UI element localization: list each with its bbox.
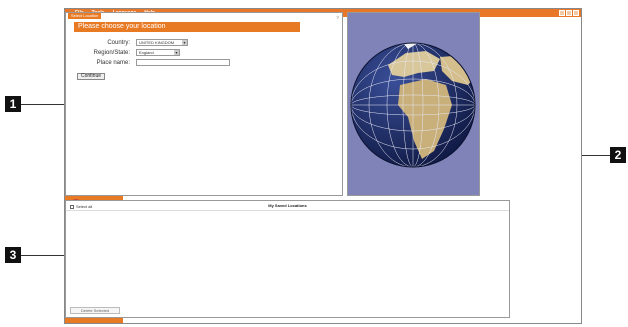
region-row: Region/State: England ▾ — [76, 49, 180, 56]
region-select[interactable]: England ▾ — [136, 49, 180, 56]
window-controls — [559, 10, 579, 16]
chevron-down-icon: ▾ — [174, 50, 179, 55]
country-value: UNITED KINGDOM — [139, 40, 175, 45]
close-button[interactable] — [573, 10, 579, 16]
scroll-icon: ▿ — [336, 15, 339, 21]
callout-1: 1 — [5, 96, 21, 112]
maximize-button[interactable] — [566, 10, 572, 16]
place-name-input[interactable] — [136, 59, 230, 66]
select-all-checkbox[interactable] — [70, 204, 74, 209]
globe-map[interactable] — [348, 13, 479, 195]
globe-panel[interactable] — [347, 12, 480, 196]
saved-locations-panel: My Saved Locations Select all Delete Sel… — [65, 200, 510, 318]
country-select[interactable]: UNITED KINGDOM ▾ — [136, 39, 188, 46]
place-label: Place name: — [96, 59, 130, 66]
location-panel: Select Location ▿ Please choose your loc… — [65, 12, 343, 196]
chevron-down-icon: ▾ — [182, 40, 187, 45]
select-all-row[interactable]: Select all — [70, 204, 92, 209]
minimize-button[interactable] — [559, 10, 565, 16]
callout-2: 2 — [610, 147, 626, 163]
tab-select-location[interactable]: Select Location — [68, 13, 102, 19]
country-row: Country: UNITED KINGDOM ▾ — [76, 39, 188, 46]
select-all-label: Select all — [76, 204, 93, 209]
region-label: Region/State: — [93, 49, 130, 56]
continue-button[interactable]: Continue — [77, 73, 106, 80]
divider — [66, 210, 509, 211]
region-value: England — [139, 50, 154, 55]
callout-3: 3 — [5, 247, 21, 263]
saved-locations-title: My Saved Locations — [268, 203, 307, 208]
location-header: Please choose your location — [74, 22, 300, 32]
country-label: Country: — [107, 39, 130, 46]
place-row: Place name: — [76, 59, 230, 66]
delete-selected-button[interactable]: Delete Selected — [70, 307, 121, 314]
